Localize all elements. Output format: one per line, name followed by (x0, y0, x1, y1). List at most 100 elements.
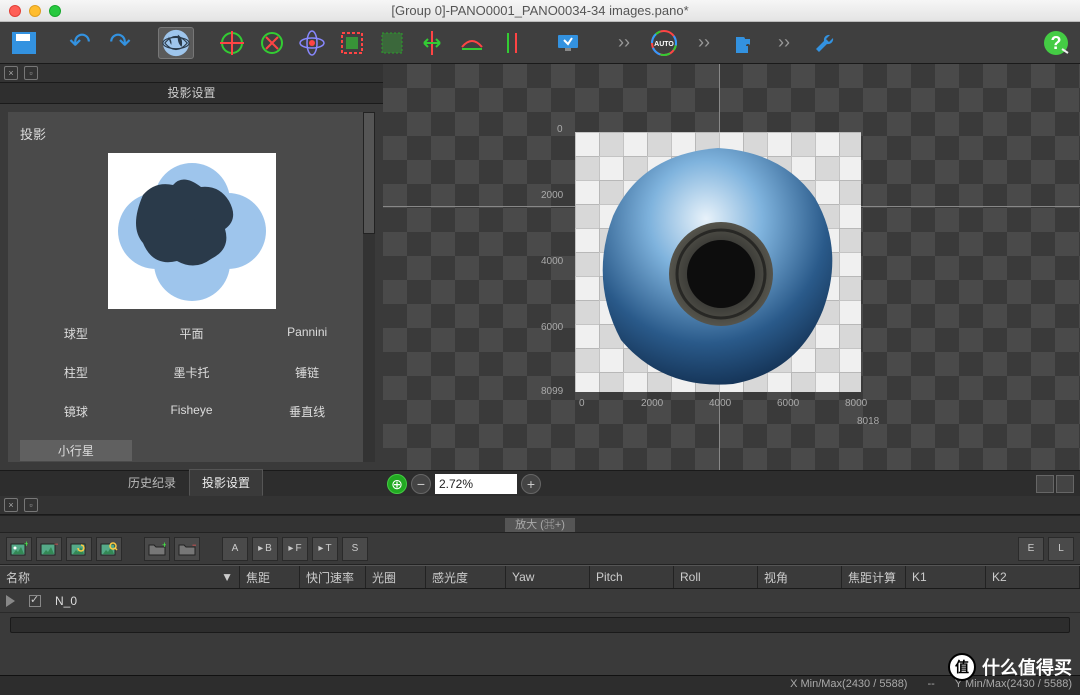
col-shutter[interactable]: 快门速率 (300, 566, 366, 588)
col-iso[interactable]: 感光度 (426, 566, 506, 588)
tab-history[interactable]: 历史纪录 (115, 469, 189, 496)
window-title: [Group 0]-PANO0001_PANO0034-34 images.pa… (0, 3, 1080, 18)
status-x: X Min/Max(2430 / 5588) (790, 678, 907, 693)
main-toolbar: ↶ ↷ ›› AUTO ›› ›› ? (0, 22, 1080, 64)
view-mode-2-button[interactable] (1056, 475, 1074, 493)
proj-option-mirrorball[interactable]: 镜球 (20, 401, 132, 422)
proj-option-pannini[interactable]: Pannini (251, 323, 363, 344)
letter-f-button[interactable]: ▸F (282, 537, 308, 561)
tab-projection[interactable]: 投影设置 (189, 469, 263, 496)
proj-option-spherical[interactable]: 球型 (20, 323, 132, 344)
col-fcalc[interactable]: 焦距计算 (842, 566, 906, 588)
letter-a-button[interactable]: A (222, 537, 248, 561)
col-k2[interactable]: K2 (986, 566, 1080, 588)
panel-controls: × ▫ (0, 64, 383, 83)
col-name[interactable]: 名称▼ (0, 566, 240, 588)
watermark: 值 什么值得买 (948, 653, 1072, 681)
titlebar: [Group 0]-PANO0001_PANO0034-34 images.pa… (0, 0, 1080, 22)
proj-option-cylindrical[interactable]: 柱型 (20, 362, 132, 383)
little-planet-render (593, 140, 843, 390)
puzzle-button[interactable] (726, 27, 762, 59)
zoom-field[interactable]: 2.72% (435, 474, 517, 494)
axis-x-0: 0 (579, 398, 585, 409)
axis-x-3: 6000 (777, 398, 799, 409)
proj-option-vertical[interactable]: 垂直线 (251, 401, 363, 422)
ff-button-2[interactable]: ›› (686, 27, 722, 59)
proj-option-flat[interactable]: 平面 (136, 323, 248, 344)
letter-e-button[interactable]: E (1018, 537, 1044, 561)
col-yaw[interactable]: Yaw (506, 566, 590, 588)
cp-tool-1[interactable] (214, 27, 250, 59)
svg-text:AUTO: AUTO (654, 41, 674, 48)
folder-add-button[interactable]: + (144, 537, 170, 561)
row-name: N_0 (55, 594, 77, 608)
zoom-in-button[interactable]: + (521, 474, 541, 494)
align-tool-1[interactable] (414, 27, 450, 59)
watermark-icon: 值 (948, 653, 976, 681)
letter-s-button[interactable]: S (342, 537, 368, 561)
align-tool-2[interactable] (454, 27, 490, 59)
svg-text:−: − (192, 541, 196, 550)
svg-text:+: + (162, 541, 166, 550)
svg-text:−: − (54, 541, 58, 549)
axis-y-1: 2000 (541, 190, 563, 201)
proj-option-fisheye[interactable]: Fisheye (136, 401, 248, 422)
lower-close-icon[interactable]: × (4, 498, 18, 512)
proj-option-littleplanet[interactable]: 小行星 (20, 440, 132, 461)
img-search-button[interactable] (96, 537, 122, 561)
axis-x-4: 8000 (845, 398, 867, 409)
proj-option-mercator[interactable]: 墨卡托 (136, 362, 248, 383)
cp-tool-3[interactable] (294, 27, 330, 59)
zoom-fit-button[interactable]: ⊕ (387, 474, 407, 494)
letter-b-button[interactable]: ▸B (252, 537, 278, 561)
ff-button-1[interactable]: ›› (606, 27, 642, 59)
letter-t-button[interactable]: ▸T (312, 537, 338, 561)
view-mode-1-button[interactable] (1036, 475, 1054, 493)
help-button[interactable]: ? (1038, 27, 1074, 59)
section-label: 投影 (20, 124, 363, 143)
crop-tool-2[interactable] (374, 27, 410, 59)
auto-button[interactable]: AUTO (646, 27, 682, 59)
svg-text:?: ? (1051, 33, 1062, 53)
zoom-out-button[interactable]: − (411, 474, 431, 494)
row-checkbox[interactable] (29, 595, 41, 607)
monitor-button[interactable] (550, 27, 586, 59)
crop-tool-1[interactable] (334, 27, 370, 59)
axis-y-2: 4000 (541, 256, 563, 267)
col-roll[interactable]: Roll (674, 566, 758, 588)
undo-button[interactable]: ↶ (62, 27, 98, 59)
col-aperture[interactable]: 光圈 (366, 566, 426, 588)
img-reload-button[interactable] (66, 537, 92, 561)
panel-close-icon[interactable]: × (4, 66, 18, 80)
table-row[interactable]: N_0 (0, 589, 1080, 613)
col-fov[interactable]: 视角 (758, 566, 842, 588)
align-tool-3[interactable] (494, 27, 530, 59)
ff-button-3[interactable]: ›› (766, 27, 802, 59)
col-focal[interactable]: 焦距 (240, 566, 300, 588)
projection-button[interactable] (158, 27, 194, 59)
lower-popout-icon[interactable]: ▫ (24, 498, 38, 512)
hint-bar: 放大 (⌘+) (0, 515, 1080, 533)
proj-option-hammer[interactable]: 锤链 (251, 362, 363, 383)
img-add-button[interactable]: + (6, 537, 32, 561)
axis-y-4: 8099 (541, 386, 563, 397)
wrench-button[interactable] (806, 27, 842, 59)
status-bar: X Min/Max(2430 / 5588) -- Y Min/Max(2430… (0, 675, 1080, 695)
expand-icon[interactable] (6, 595, 15, 607)
redo-button[interactable]: ↷ (102, 27, 138, 59)
letter-l-button[interactable]: L (1048, 537, 1074, 561)
save-button[interactable] (6, 27, 42, 59)
folder-remove-button[interactable]: − (174, 537, 200, 561)
panel-scrollbar[interactable] (363, 112, 375, 462)
axis-x-1: 2000 (641, 398, 663, 409)
img-remove-button[interactable]: − (36, 537, 62, 561)
axis-x-max: 8018 (857, 416, 879, 427)
cp-tool-2[interactable] (254, 27, 290, 59)
axis-y-3: 6000 (541, 322, 563, 333)
panorama-bounds (575, 132, 861, 392)
panel-popout-icon[interactable]: ▫ (24, 66, 38, 80)
col-k1[interactable]: K1 (906, 566, 986, 588)
h-scrollbar[interactable] (10, 617, 1070, 633)
viewport[interactable]: 0 2000 4000 6000 8099 0 2000 4000 6000 8… (383, 64, 1080, 470)
col-pitch[interactable]: Pitch (590, 566, 674, 588)
